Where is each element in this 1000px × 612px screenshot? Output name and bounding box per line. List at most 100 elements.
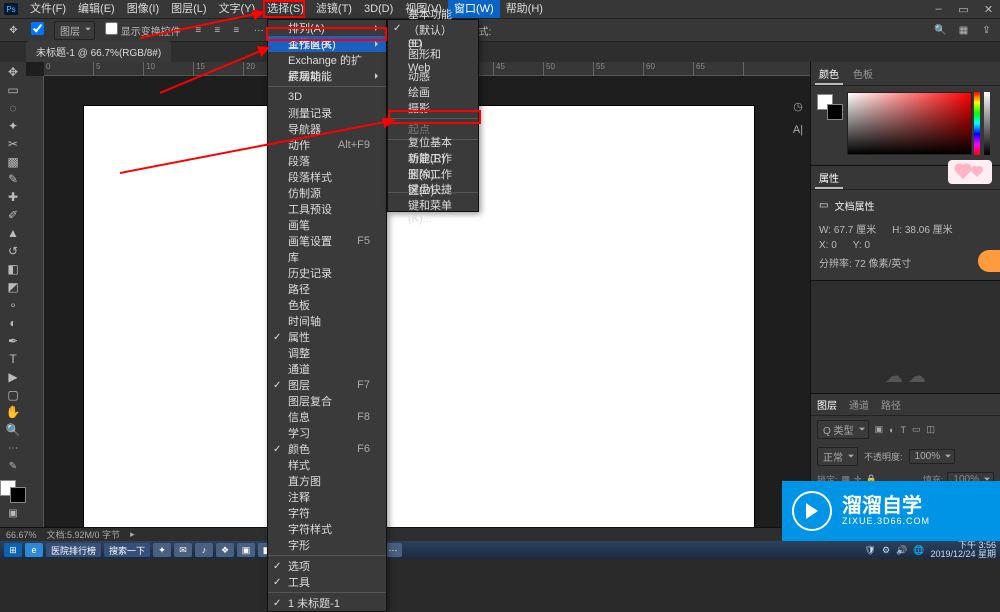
bg-swatch[interactable] bbox=[827, 104, 843, 120]
menu-item[interactable]: 3D bbox=[268, 89, 386, 105]
blend-mode-dd[interactable]: 正常 bbox=[817, 447, 858, 466]
menu-item[interactable]: 路径 bbox=[268, 281, 386, 297]
hand-tool-icon[interactable]: ✋ bbox=[2, 405, 24, 421]
menu-item[interactable]: 属性 bbox=[268, 329, 386, 345]
swatches-tab[interactable]: 色板 bbox=[849, 64, 877, 85]
taskbar-app-2[interactable]: 搜索一下 bbox=[104, 543, 150, 557]
submenu-item[interactable]: 动感 bbox=[388, 68, 478, 84]
menu-item[interactable]: 工具预设 bbox=[268, 201, 386, 217]
menu-item[interactable]: 1 未标题-1 bbox=[268, 595, 386, 611]
menu-item[interactable]: 字符 bbox=[268, 505, 386, 521]
edit-toolbar-icon[interactable]: ✎ bbox=[2, 458, 24, 474]
shape-tool-icon[interactable]: ▢ bbox=[2, 387, 24, 403]
doc-tab[interactable]: 未标题-1 @ 66.7%(RGB/8#) bbox=[26, 41, 171, 62]
menu-item[interactable]: 画笔设置F5 bbox=[268, 233, 386, 249]
submenu-item[interactable]: 图形和 Web bbox=[388, 52, 478, 68]
taskbar-icon[interactable]: ✦ bbox=[153, 543, 171, 557]
menu-item[interactable]: 段落 bbox=[268, 153, 386, 169]
lasso-tool-icon[interactable]: ◌ bbox=[2, 100, 24, 116]
wand-tool-icon[interactable]: ✦ bbox=[2, 118, 24, 134]
align-icon[interactable]: ≡ bbox=[210, 23, 225, 38]
taskbar-icon[interactable]: ▣ bbox=[237, 543, 255, 557]
zoom-level[interactable]: 66.67% bbox=[6, 530, 37, 540]
menu-item[interactable]: 工具 bbox=[268, 574, 386, 590]
menu-item[interactable]: 颜色F6 bbox=[268, 441, 386, 457]
color-swatches[interactable] bbox=[817, 94, 843, 120]
filter-smart-icon[interactable]: ◫ bbox=[927, 424, 936, 435]
menu-file[interactable]: 文件(F) bbox=[24, 0, 72, 18]
submenu-item[interactable]: 键盘快捷键和菜单(K)... bbox=[388, 195, 478, 211]
show-transform-check[interactable] bbox=[105, 22, 118, 35]
doc-info[interactable]: 文档:5.92M/0 字节 bbox=[47, 528, 121, 541]
menu-item[interactable]: 扩展功能 bbox=[268, 68, 386, 84]
filter-type-icon[interactable]: T bbox=[901, 425, 907, 435]
menu-item[interactable]: 动作Alt+F9 bbox=[268, 137, 386, 153]
align-icon[interactable]: ≡ bbox=[229, 23, 244, 38]
menu-3d[interactable]: 3D(D) bbox=[358, 0, 399, 18]
menu-item[interactable]: 通道 bbox=[268, 361, 386, 377]
character-panel-icon[interactable]: A| bbox=[788, 121, 808, 139]
layers-tab[interactable]: 图层 bbox=[811, 394, 843, 415]
healing-tool-icon[interactable]: ✚ bbox=[2, 189, 24, 205]
opacity-field[interactable]: 100% bbox=[909, 449, 956, 464]
fg-bg-swatches[interactable] bbox=[0, 480, 26, 503]
menu-image[interactable]: 图像(I) bbox=[121, 0, 165, 18]
tray-icon[interactable]: 🔊 bbox=[896, 545, 907, 556]
filter-pixel-icon[interactable]: ▣ bbox=[875, 424, 884, 435]
bg-color[interactable] bbox=[10, 487, 26, 503]
menu-item[interactable]: 时间轴 bbox=[268, 313, 386, 329]
menu-item[interactable]: 注释 bbox=[268, 489, 386, 505]
menu-item[interactable]: 排列(A) bbox=[268, 20, 386, 36]
menu-item[interactable]: 导航器 bbox=[268, 121, 386, 137]
menu-item[interactable]: 学习 bbox=[268, 425, 386, 441]
zoom-tool-icon[interactable]: 🔍 bbox=[2, 422, 24, 438]
frame-tool-icon[interactable]: ▩ bbox=[2, 154, 24, 170]
paths-tab[interactable]: 路径 bbox=[875, 394, 907, 415]
winctl-min-icon[interactable]: – bbox=[931, 2, 946, 17]
menu-item[interactable]: 仿制源 bbox=[268, 185, 386, 201]
color-tab[interactable]: 颜色 bbox=[815, 64, 843, 85]
menu-item[interactable]: 调整 bbox=[268, 345, 386, 361]
auto-select-target[interactable]: 图层 bbox=[54, 21, 95, 40]
stamp-tool-icon[interactable]: ▲ bbox=[2, 225, 24, 241]
menu-edit[interactable]: 编辑(E) bbox=[72, 0, 121, 18]
taskbar-icon[interactable]: ✉ bbox=[174, 543, 192, 557]
menu-layer[interactable]: 图层(L) bbox=[165, 0, 212, 18]
search-icon[interactable]: 🔍 bbox=[933, 23, 948, 38]
menu-item[interactable]: 图层F7 bbox=[268, 377, 386, 393]
menu-item[interactable]: 信息F8 bbox=[268, 409, 386, 425]
start-button[interactable]: ⊞ bbox=[4, 543, 22, 557]
winctl-restore-icon[interactable]: ▭ bbox=[956, 2, 971, 17]
menu-help[interactable]: 帮助(H) bbox=[500, 0, 549, 18]
pen-tool-icon[interactable]: ✒ bbox=[2, 333, 24, 349]
menu-item[interactable]: 样式 bbox=[268, 457, 386, 473]
clock-date[interactable]: 2019/12/24 星期 bbox=[930, 549, 996, 559]
brush-tool-icon[interactable]: ✐ bbox=[2, 207, 24, 223]
auto-select-check[interactable] bbox=[31, 22, 44, 35]
gradient-tool-icon[interactable]: ◩ bbox=[2, 279, 24, 295]
menu-item[interactable]: 字符样式 bbox=[268, 521, 386, 537]
menu-select[interactable]: 选择(S) bbox=[261, 0, 310, 18]
marquee-tool-icon[interactable]: ▭ bbox=[2, 82, 24, 98]
submenu-item[interactable]: 绘画 bbox=[388, 84, 478, 100]
more-tools-icon[interactable]: ⋯ bbox=[2, 440, 24, 456]
taskbar-icon[interactable]: ❖ bbox=[216, 543, 234, 557]
filter-shape-icon[interactable]: ▭ bbox=[912, 424, 921, 435]
channels-tab[interactable]: 通道 bbox=[843, 394, 875, 415]
taskbar-icon[interactable]: ♪ bbox=[195, 543, 213, 557]
menu-item[interactable]: 段落样式 bbox=[268, 169, 386, 185]
color-field[interactable] bbox=[847, 92, 972, 155]
winctl-close-icon[interactable]: ✕ bbox=[981, 2, 996, 17]
menu-item[interactable]: 图层复合 bbox=[268, 393, 386, 409]
dodge-tool-icon[interactable]: ◐ bbox=[2, 315, 24, 331]
doc-info-arrow-icon[interactable]: ▸ bbox=[130, 529, 135, 540]
path-select-icon[interactable]: ▶ bbox=[2, 369, 24, 385]
menu-type[interactable]: 文字(Y) bbox=[213, 0, 262, 18]
submenu-item[interactable]: 摄影 bbox=[388, 100, 478, 116]
move-tool-icon[interactable]: ✥ bbox=[2, 64, 24, 80]
eraser-tool-icon[interactable]: ◧ bbox=[2, 261, 24, 277]
blur-tool-icon[interactable]: ∘ bbox=[2, 297, 24, 313]
menu-item[interactable]: 测量记录 bbox=[268, 105, 386, 121]
menu-item[interactable]: 字形 bbox=[268, 537, 386, 553]
eyedropper-tool-icon[interactable]: ✎ bbox=[2, 172, 24, 188]
